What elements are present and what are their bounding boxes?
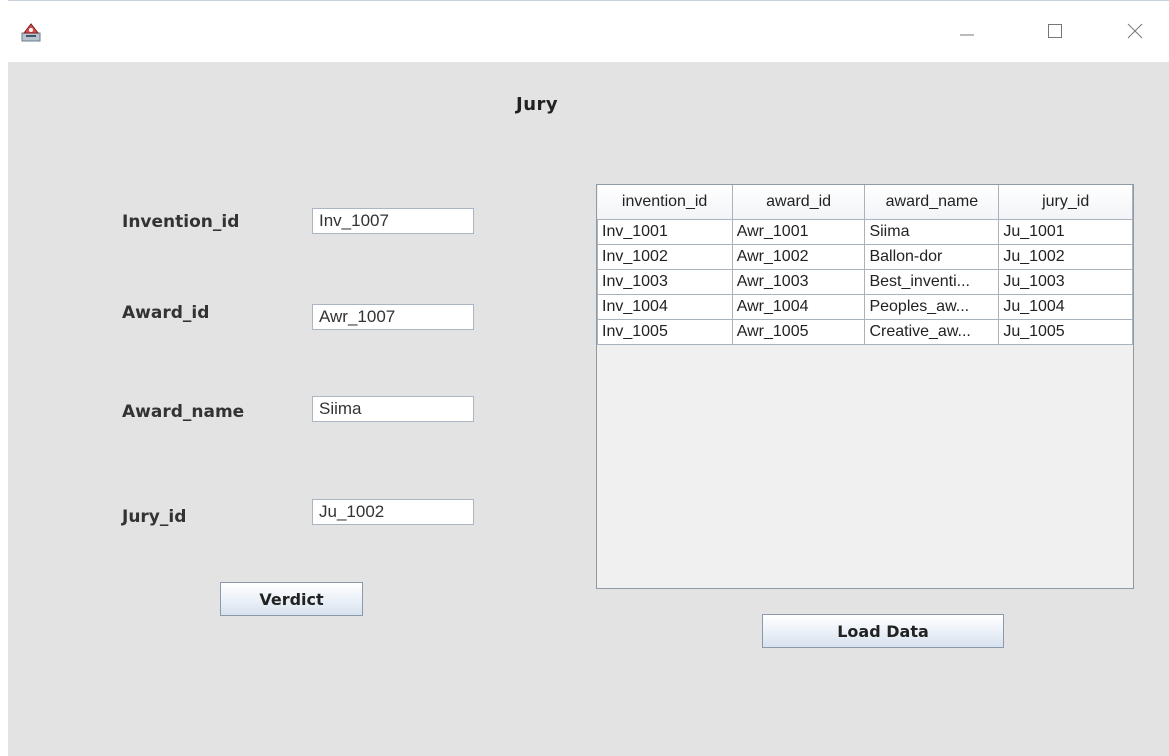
award-name-label: Award_name [122, 402, 245, 422]
award-name-field[interactable] [312, 396, 474, 422]
table-cell[interactable]: Ballon-dor [864, 244, 1000, 270]
table-row[interactable]: Inv_1005 Awr_1005 Creative_aw... Ju_1005 [597, 319, 1133, 345]
verdict-button[interactable]: Verdict [220, 582, 363, 616]
table-cell[interactable]: Ju_1003 [998, 269, 1133, 295]
invention-id-field[interactable] [312, 208, 474, 234]
table-cell[interactable]: Awr_1004 [731, 294, 866, 320]
table-cell[interactable]: Awr_1002 [731, 244, 866, 270]
jury-id-field[interactable] [312, 499, 474, 525]
award-id-field[interactable] [312, 304, 474, 330]
table-cell[interactable]: Creative_aw... [864, 319, 1000, 345]
column-header[interactable]: invention_id [597, 185, 733, 220]
load-data-button[interactable]: Load Data [762, 614, 1004, 648]
invention-id-label: Invention_id [122, 212, 240, 232]
table-row[interactable]: Inv_1001 Awr_1001 Siima Ju_1001 [597, 219, 1133, 245]
table-header-row: invention_id award_id award_name jury_id [597, 185, 1133, 220]
close-button[interactable] [1112, 15, 1158, 51]
jury-id-label: Jury_id [122, 507, 187, 527]
column-header[interactable]: award_name [864, 185, 1000, 220]
table-cell[interactable]: Ju_1004 [998, 294, 1133, 320]
maximize-icon [1047, 23, 1063, 44]
column-header[interactable]: award_id [732, 185, 866, 220]
application-window: Jury Invention_id Award_id Award_name Ju… [8, 0, 1169, 756]
award-id-label: Award_id [122, 303, 210, 323]
maximize-button[interactable] [1032, 15, 1078, 51]
content-panel: Jury Invention_id Award_id Award_name Ju… [8, 62, 1169, 756]
close-icon [1127, 23, 1143, 44]
page-title: Jury [516, 94, 559, 115]
java-app-icon [20, 21, 42, 43]
table-cell[interactable]: Ju_1002 [998, 244, 1133, 270]
column-header[interactable]: jury_id [998, 185, 1133, 220]
table-cell[interactable]: Inv_1003 [597, 269, 733, 295]
title-bar [8, 1, 1169, 61]
minimize-icon [959, 23, 975, 44]
table-cell[interactable]: Inv_1005 [597, 319, 733, 345]
table-cell[interactable]: Inv_1001 [597, 219, 733, 245]
table-cell[interactable]: Ju_1005 [998, 319, 1133, 345]
table-cell[interactable]: Siima [864, 219, 1000, 245]
table-cell[interactable]: Best_inventi... [864, 269, 1000, 295]
table-cell[interactable]: Awr_1005 [731, 319, 866, 345]
table-cell[interactable]: Awr_1003 [731, 269, 866, 295]
table-cell[interactable]: Ju_1001 [998, 219, 1133, 245]
minimize-button[interactable] [944, 15, 990, 51]
data-table-scrollpane[interactable]: invention_id award_id award_name jury_id… [596, 184, 1134, 589]
table-cell[interactable]: Inv_1002 [597, 244, 733, 270]
table-row[interactable]: Inv_1003 Awr_1003 Best_inventi... Ju_100… [597, 269, 1133, 295]
data-table: invention_id award_id award_name jury_id… [597, 185, 1133, 345]
table-cell[interactable]: Inv_1004 [597, 294, 733, 320]
table-row[interactable]: Inv_1004 Awr_1004 Peoples_aw... Ju_1004 [597, 294, 1133, 320]
table-cell[interactable]: Peoples_aw... [864, 294, 1000, 320]
table-cell[interactable]: Awr_1001 [731, 219, 866, 245]
table-row[interactable]: Inv_1002 Awr_1002 Ballon-dor Ju_1002 [597, 244, 1133, 270]
